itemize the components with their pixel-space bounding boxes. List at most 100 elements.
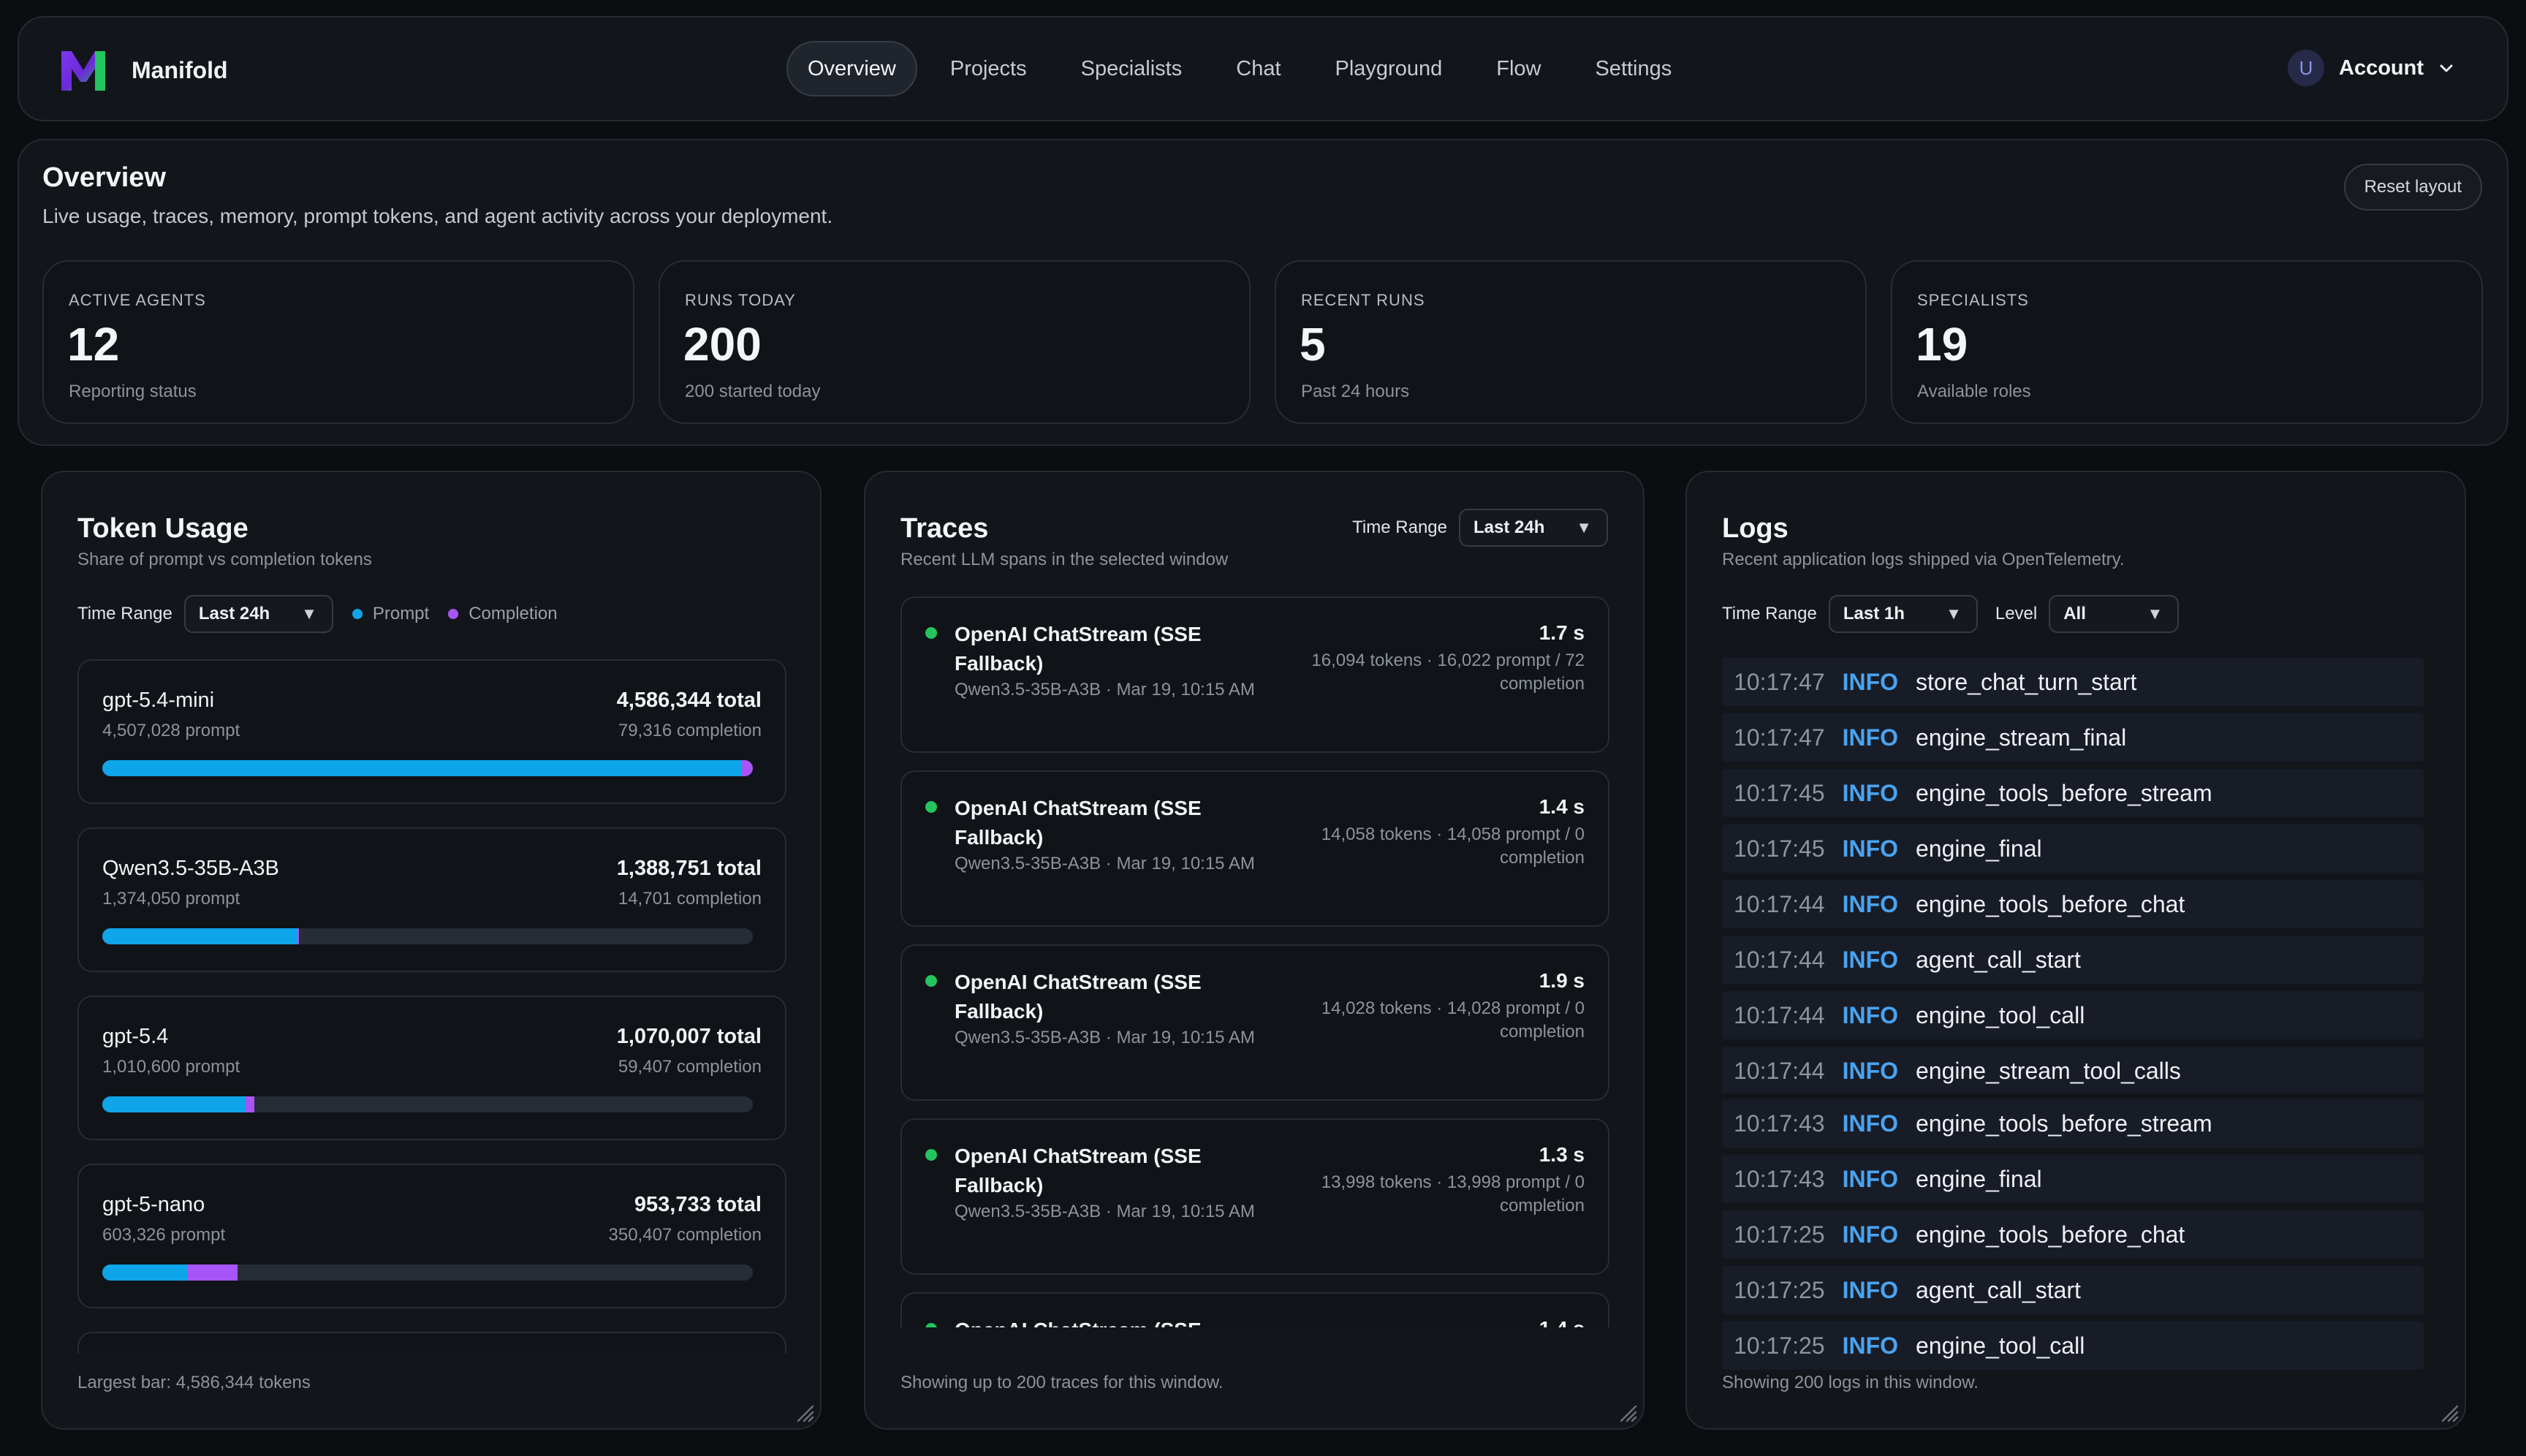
page-subtitle: Live usage, traces, memory, prompt token… <box>42 205 833 227</box>
time-range-select[interactable]: Last 24h ▼ <box>183 595 333 633</box>
brand[interactable]: Manifold <box>57 44 228 96</box>
stat-description: Past 24 hours <box>1301 382 1410 401</box>
model-prompt: 4,507,028 prompt <box>102 721 240 740</box>
status-dot-icon <box>925 801 937 813</box>
log-message: store_chat_turn_start <box>1916 668 2137 695</box>
caret-down-icon: ▼ <box>2147 604 2163 623</box>
usage-bar-track <box>102 760 753 776</box>
time-range-value: Last 24h <box>198 604 270 623</box>
page-title: Overview <box>42 162 166 193</box>
trace-item[interactable]: OpenAI ChatStream (SSE Fallback) Qwen3.5… <box>900 770 1609 927</box>
model-usage-card: Qwen3.5-35B-A3B 1,388,751 total 1,374,05… <box>77 827 786 972</box>
stat-description: 200 started today <box>685 382 821 401</box>
log-message: engine_tools_before_stream <box>1916 1110 2212 1137</box>
trace-meta: Qwen3.5-35B-A3B · Mar 19, 10:15 AM <box>955 1202 1255 1221</box>
log-level: INFO <box>1842 946 1898 973</box>
nav-settings[interactable]: Settings <box>1574 41 1693 96</box>
nav-overview[interactable]: Overview <box>786 41 917 96</box>
completion-legend-dot <box>448 609 459 619</box>
usage-bar-track <box>102 1096 753 1112</box>
account-menu[interactable]: U Account <box>2288 50 2454 86</box>
token-usage-panel: Token Usage Share of prompt vs completio… <box>41 471 822 1430</box>
trace-name: OpenAI ChatStream (SSE Fallback) <box>955 1145 1202 1197</box>
avatar: U <box>2288 50 2324 86</box>
resize-handle-icon[interactable] <box>1617 1402 1637 1422</box>
legend-prompt: Prompt <box>352 604 429 624</box>
time-range-select[interactable]: Last 24h ▼ <box>1459 509 1608 547</box>
panel-subtitle: Recent application logs shipped via Open… <box>1722 550 2125 569</box>
log-level: INFO <box>1842 1001 1898 1028</box>
time-range-select[interactable]: Last 1h ▼ <box>1828 595 1978 633</box>
trace-item[interactable]: OpenAI ChatStream (SSE 1.4 s <box>900 1292 1609 1327</box>
level-select[interactable]: All ▼ <box>2049 595 2180 633</box>
log-level: INFO <box>1842 1165 1898 1192</box>
log-level: INFO <box>1842 890 1898 917</box>
stat-card-runs-today: RUNS TODAY 200 200 started today <box>659 260 1251 424</box>
model-total: 1,388,751 total <box>616 857 762 880</box>
model-completion: 59,407 completion <box>618 1057 762 1077</box>
main-nav: Overview Projects Specialists Chat Playg… <box>786 41 1704 96</box>
trace-item[interactable]: OpenAI ChatStream (SSE Fallback) Qwen3.5… <box>900 596 1609 753</box>
trace-name: OpenAI ChatStream (SSE Fallback) <box>955 623 1202 675</box>
trace-duration: 1.4 s <box>1539 795 1585 818</box>
model-name: gpt-5.4-mini <box>102 689 215 712</box>
log-message: engine_tools_before_chat <box>1916 890 2185 917</box>
log-time: 10:17:44 <box>1734 1057 1825 1084</box>
stat-label: RECENT RUNS <box>1301 291 1425 309</box>
panel-footer: Showing 200 logs in this window. <box>1722 1373 1979 1392</box>
log-row[interactable]: 10:17:25 INFO engine_tool_call <box>1722 1322 2424 1370</box>
log-row[interactable]: 10:17:44 INFO engine_tools_before_chat <box>1722 880 2424 928</box>
log-row[interactable]: 10:17:47 INFO engine_stream_final <box>1722 713 2424 762</box>
reset-layout-button[interactable]: Reset layout <box>2343 164 2482 211</box>
nav-chat[interactable]: Chat <box>1215 41 1302 96</box>
trace-duration: 1.7 s <box>1539 621 1585 644</box>
log-level: INFO <box>1842 724 1898 751</box>
nav-projects[interactable]: Projects <box>929 41 1048 96</box>
log-row[interactable]: 10:17:25 INFO engine_tools_before_chat <box>1722 1210 2424 1259</box>
log-row[interactable]: 10:17:43 INFO engine_final <box>1722 1155 2424 1203</box>
traces-panel: Traces Recent LLM spans in the selected … <box>864 471 1645 1430</box>
log-row[interactable]: 10:17:47 INFO store_chat_turn_start <box>1722 658 2424 706</box>
panel-footer: Showing up to 200 traces for this window… <box>900 1373 1224 1392</box>
status-dot-icon <box>925 1149 937 1161</box>
trace-name: OpenAI ChatStream (SSE <box>955 1316 1247 1327</box>
log-row[interactable]: 10:17:45 INFO engine_final <box>1722 824 2424 873</box>
log-row[interactable]: 10:17:45 INFO engine_tools_before_stream <box>1722 769 2424 817</box>
log-message: agent_call_start <box>1916 1276 2081 1303</box>
log-time: 10:17:43 <box>1734 1165 1825 1192</box>
trace-item[interactable]: OpenAI ChatStream (SSE Fallback) Qwen3.5… <box>900 1118 1609 1275</box>
model-total: 953,733 total <box>634 1193 762 1216</box>
log-message: engine_tool_call <box>1916 1332 2085 1359</box>
resize-handle-icon[interactable] <box>794 1402 814 1422</box>
brand-name: Manifold <box>132 56 228 83</box>
traces-filters: Time Range Last 24h ▼ <box>1352 509 1608 547</box>
log-time: 10:17:47 <box>1734 668 1825 695</box>
log-time: 10:17:44 <box>1734 946 1825 973</box>
log-row[interactable]: 10:17:44 INFO engine_stream_tool_calls <box>1722 1047 2424 1093</box>
log-row[interactable]: 10:17:44 INFO engine_tool_call <box>1722 991 2424 1039</box>
log-row[interactable]: 10:17:44 INFO agent_call_start <box>1722 936 2424 984</box>
legend-prompt-label: Prompt <box>372 604 430 623</box>
stat-value: 19 <box>1916 318 1968 371</box>
log-row[interactable]: 10:17:25 INFO agent_call_start <box>1722 1266 2424 1314</box>
prompt-legend-dot <box>352 609 363 619</box>
log-row[interactable]: 10:17:43 INFO engine_tools_before_stream <box>1722 1099 2424 1148</box>
usage-bar-track <box>102 928 753 944</box>
stat-label: ACTIVE AGENTS <box>69 291 206 309</box>
completion-bar <box>297 928 300 944</box>
resize-handle-icon[interactable] <box>2438 1402 2459 1422</box>
trace-tokens: 13,998 tokens · 13,998 prompt / 0 comple… <box>1321 1172 1585 1216</box>
time-range-value: Last 24h <box>1474 517 1545 537</box>
trace-item[interactable]: OpenAI ChatStream (SSE Fallback) Qwen3.5… <box>900 944 1609 1101</box>
nav-playground[interactable]: Playground <box>1314 41 1464 96</box>
account-label: Account <box>2339 56 2424 80</box>
log-level: INFO <box>1842 1221 1898 1248</box>
nav-flow[interactable]: Flow <box>1475 41 1562 96</box>
panel-title: Token Usage <box>77 513 249 544</box>
stat-card-specialists: SPECIALISTS 19 Available roles <box>1891 260 2483 424</box>
stat-description: Reporting status <box>69 382 197 401</box>
nav-specialists[interactable]: Specialists <box>1060 41 1204 96</box>
logs-filters: Time Range Last 1h ▼ Level All ▼ <box>1722 595 2180 633</box>
logs-list: 10:17:47 INFO store_chat_turn_start 10:17:… <box>1722 658 2432 1093</box>
model-prompt: 603,326 prompt <box>102 1225 226 1245</box>
